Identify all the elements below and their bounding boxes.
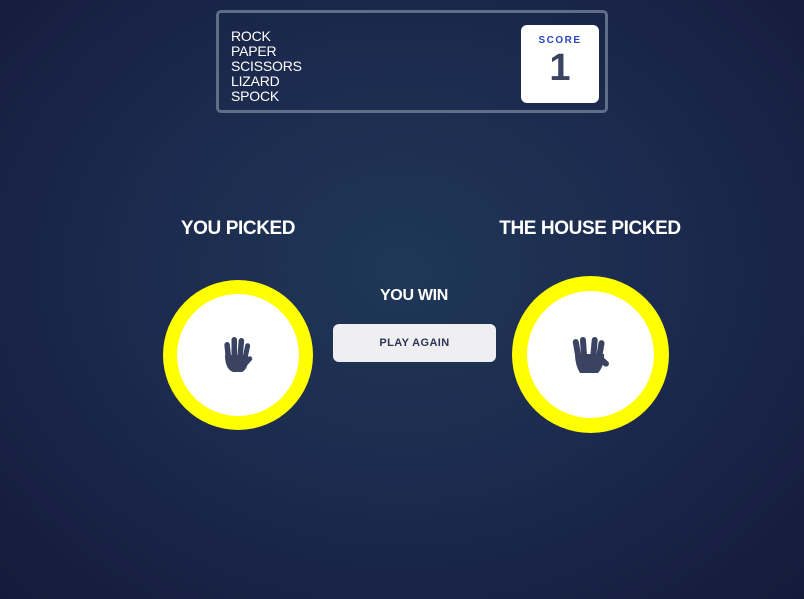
scoreboard-header: ROCK PAPER SCISSORS LIZARD SPOCK SCORE 1 (216, 10, 608, 113)
paper-hand-icon (224, 337, 253, 372)
score-value: 1 (549, 47, 571, 89)
title-word: SPOCK (231, 88, 280, 104)
house-choice-face (527, 291, 654, 418)
play-again-button[interactable]: PLAY AGAIN (333, 324, 496, 362)
spock-hand-icon (572, 336, 609, 373)
game-title: ROCK PAPER SCISSORS LIZARD SPOCK (231, 29, 302, 104)
title-word: LIZARD (231, 73, 280, 89)
score-box: SCORE 1 (521, 25, 599, 103)
title-word: PAPER (231, 43, 277, 59)
house-choice-token (512, 276, 669, 433)
player-choice-face (177, 294, 299, 416)
player-pick-heading: YOU PICKED (180, 218, 296, 239)
house-pick-heading: THE HOUSE PICKED (499, 218, 681, 239)
player-choice-token (163, 280, 313, 430)
score-label: SCORE (538, 35, 582, 46)
title-word: ROCK (231, 28, 271, 44)
title-word: SCISSORS (231, 58, 302, 74)
result-message: YOU WIN (379, 287, 449, 304)
